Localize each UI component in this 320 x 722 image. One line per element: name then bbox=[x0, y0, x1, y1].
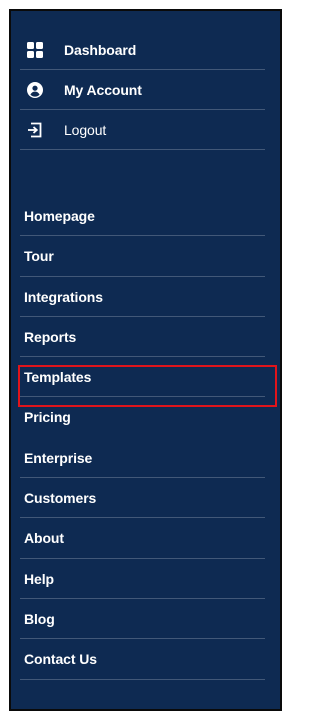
nav-item-label: Integrations bbox=[24, 288, 103, 305]
nav-item-customers[interactable]: Customers bbox=[20, 478, 265, 519]
menu-item-label: Dashboard bbox=[64, 42, 137, 58]
nav-item-about[interactable]: About bbox=[20, 518, 265, 559]
nav-item-contact-us[interactable]: Contact Us bbox=[20, 639, 265, 680]
main-nav-menu: Homepage Tour Integrations Reports Templ… bbox=[20, 196, 265, 680]
menu-item-logout[interactable]: Logout bbox=[20, 110, 265, 150]
menu-item-label: Logout bbox=[64, 122, 107, 138]
nav-item-integrations[interactable]: Integrations bbox=[20, 277, 265, 317]
nav-item-label: Blog bbox=[24, 610, 55, 627]
account-menu: Dashboard My Account Logout bbox=[20, 30, 265, 150]
menu-item-label: My Account bbox=[64, 82, 142, 98]
logout-icon bbox=[27, 122, 43, 138]
nav-item-label: Tour bbox=[24, 248, 54, 265]
nav-item-label: Homepage bbox=[24, 208, 95, 224]
nav-item-label: Enterprise bbox=[24, 449, 93, 466]
nav-item-templates[interactable]: Templates bbox=[20, 357, 265, 398]
dashboard-grid-icon bbox=[27, 42, 43, 58]
nav-item-tour[interactable]: Tour bbox=[20, 236, 265, 277]
nav-item-pricing[interactable]: Pricing bbox=[20, 397, 265, 437]
nav-item-blog[interactable]: Blog bbox=[20, 599, 265, 640]
menu-item-my-account[interactable]: My Account bbox=[20, 70, 265, 110]
menu-item-dashboard[interactable]: Dashboard bbox=[20, 30, 265, 70]
nav-item-enterprise[interactable]: Enterprise bbox=[20, 438, 265, 479]
nav-item-label: About bbox=[24, 530, 64, 547]
nav-item-label: Customers bbox=[24, 490, 97, 507]
nav-item-reports[interactable]: Reports bbox=[20, 317, 265, 358]
nav-item-label: Reports bbox=[24, 328, 77, 345]
nav-item-label: Contact Us bbox=[24, 651, 97, 668]
nav-item-help[interactable]: Help bbox=[20, 559, 265, 599]
nav-item-label: Pricing bbox=[24, 409, 71, 426]
nav-item-homepage[interactable]: Homepage bbox=[20, 196, 265, 237]
user-circle-icon bbox=[27, 82, 43, 98]
nav-item-label: Templates bbox=[24, 369, 92, 386]
nav-item-label: Help bbox=[24, 570, 54, 587]
